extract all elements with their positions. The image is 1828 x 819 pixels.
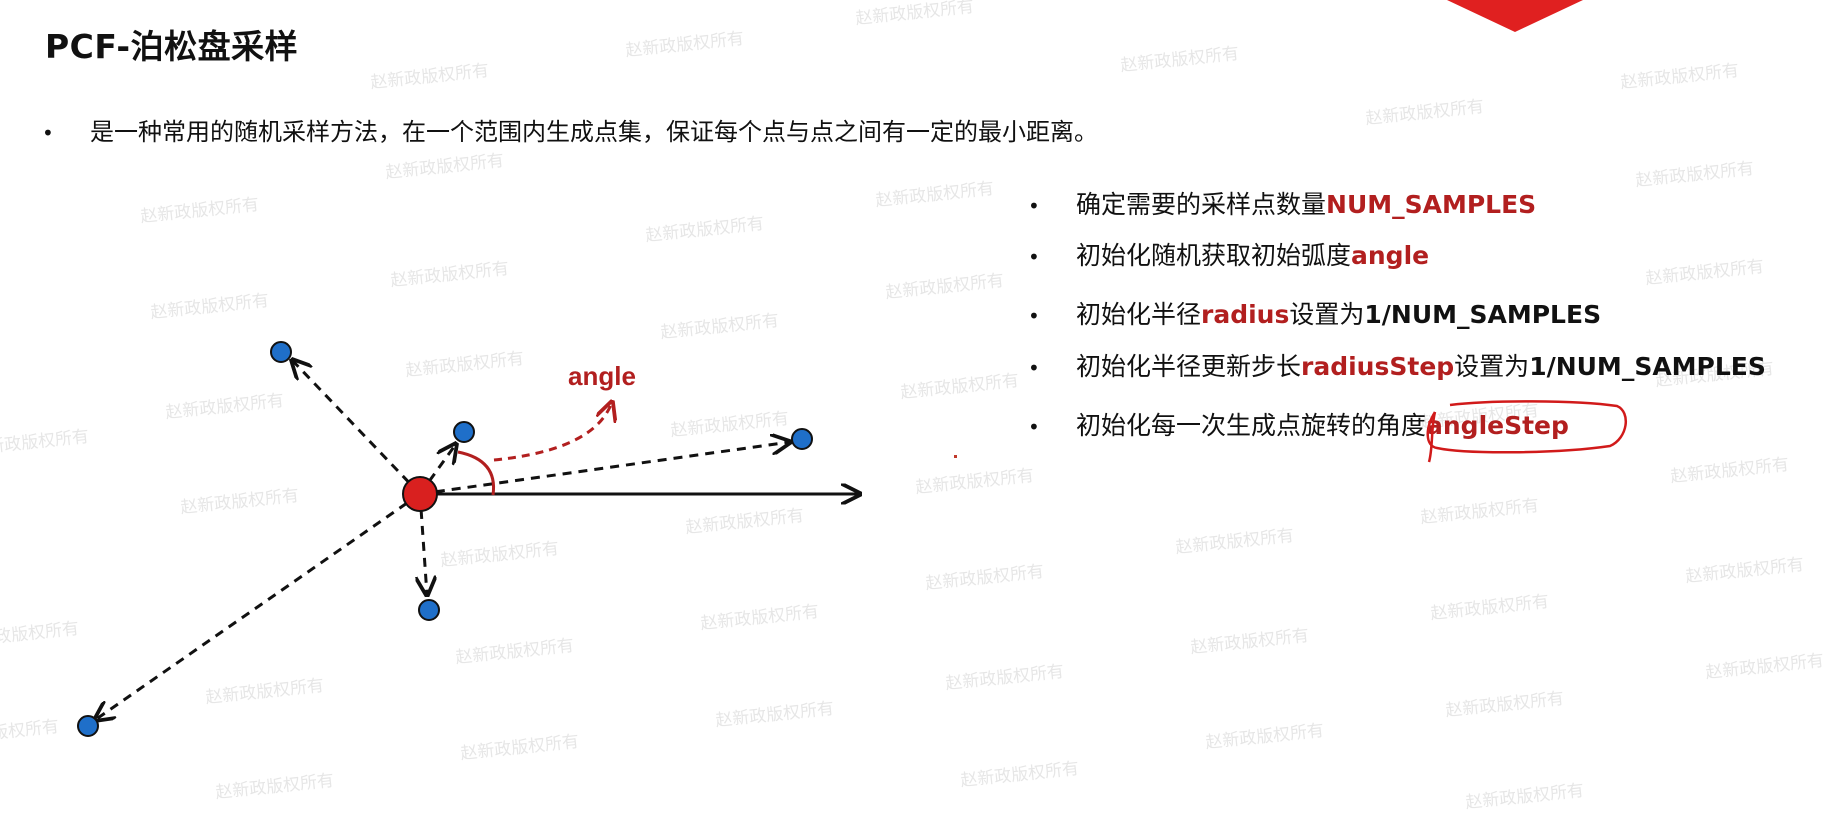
watermark: 赵新政版权所有 [899,370,1020,404]
intro-bullet: • 是一种常用的随机采样方法，在一个范围内生成点集，保证每个点与点之间有一定的最小… [42,112,1098,147]
step-item: • 确定需要的采样点数量NUM_SAMPLES [1028,185,1536,221]
watermark: 赵新政版权所有 [384,150,505,184]
sample-point [453,421,475,443]
sample-point [77,715,99,737]
watermark: 赵新政版权所有 [1634,158,1755,192]
slide-title: PCF-泊松盘采样 [45,27,299,66]
watermark: 赵新政版权所有 [1644,256,1765,290]
watermark: 赵新政版权所有 [1669,454,1790,488]
watermark: 赵新政版权所有 [1364,96,1485,130]
watermark: 赵新政版权所有 [139,194,260,228]
center-point [402,476,438,512]
step-text: 初始化半径 [1076,300,1202,329]
watermark: 赵新政版权所有 [874,178,995,212]
step-item: • 初始化半径radius设置为1/NUM_SAMPLES [1028,295,1601,331]
hand-drawn-annotation [1426,400,1627,463]
watermark: 赵新政版权所有 [624,28,745,62]
corner-decoration [1447,0,1583,32]
watermark: 赵新政版权所有 [214,770,335,804]
watermark: 赵新政版权所有 [959,758,1080,792]
watermark: 赵新政版权所有 [854,0,975,30]
watermark: 赵新政版权所有 [1704,650,1825,684]
sample-point [791,428,813,450]
ray-up-left [292,360,422,496]
watermark: 赵新政版权所有 [1429,591,1550,625]
watermark: 赵新政版权所有 [1119,43,1240,77]
bullet-dot: • [1028,194,1040,218]
step-item: • 初始化半径更新步长radiusStep设置为1/NUM_SAMPLES [1028,347,1766,383]
angle-rotation-arrow [493,402,612,462]
step-highlight: radiusStep [1301,352,1455,381]
sample-point [418,599,440,621]
ray-down-left [95,492,421,720]
watermark: 赵新政版权所有 [1204,720,1325,754]
watermark: 赵新政版权所有 [1419,495,1540,529]
bullet-dot: • [1028,356,1040,380]
step-text: 初始化半径更新步长 [1076,352,1302,381]
watermark: 赵新政版权所有 [924,561,1045,595]
bullet-dot: • [1028,415,1040,439]
bullet-dot: • [42,121,54,145]
bullet-dot: • [1028,304,1040,328]
watermark: 赵新政版权所有 [884,270,1005,304]
step-value: 1/NUM_SAMPLES [1364,300,1602,329]
step-text-post: 设置为 [1454,352,1530,381]
watermark: 赵新政版权所有 [369,60,490,94]
watermark: 赵新政版权所有 [389,258,510,292]
step-text: 确定需要的采样点数量 [1076,190,1327,219]
sample-point [270,341,292,363]
step-item: • 初始化随机获取初始弧度angle [1028,236,1429,272]
step-highlight: NUM_SAMPLES [1326,190,1537,219]
watermark: 赵新政版权所有 [644,213,765,247]
watermark: 赵新政版权所有 [1619,60,1740,94]
watermark: 赵新政版权所有 [1189,625,1310,659]
ray-right [419,442,790,496]
watermark: 赵新政版权所有 [1684,554,1805,588]
intro-text: 是一种常用的随机采样方法，在一个范围内生成点集，保证每个点与点之间有一定的最小距… [90,118,1098,146]
step-text: 初始化每一次生成点旋转的角度 [1076,411,1427,440]
step-highlight: radius [1201,300,1290,329]
step-text-post: 设置为 [1289,300,1365,329]
angle-label: angle [568,361,636,391]
watermark: 赵新政版权所有 [914,465,1035,499]
watermark: 赵新政版权所有 [944,661,1065,695]
watermark: 赵新政版权所有 [1174,525,1295,559]
step-value: 1/NUM_SAMPLES [1529,352,1766,381]
watermark: 赵新政版权所有 [1444,688,1565,722]
ink-speck [954,455,957,458]
angle-arc [457,450,496,496]
poisson-disk-diagram: angle [77,341,900,737]
step-text: 初始化随机获取初始弧度 [1076,241,1352,270]
step-highlight: angle [1351,241,1430,270]
bullet-dot: • [1028,245,1040,269]
watermark: 赵新政版权所有 [1464,780,1585,814]
